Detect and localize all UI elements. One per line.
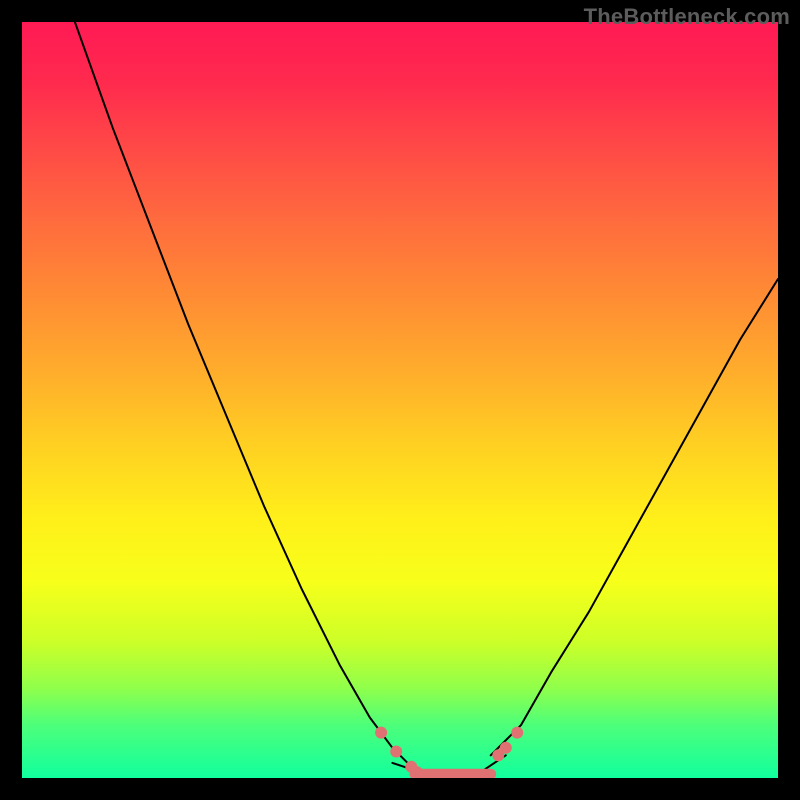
curve-layer	[75, 22, 778, 778]
watermark-text: TheBottleneck.com	[584, 4, 790, 30]
chart-frame: TheBottleneck.com	[0, 0, 800, 800]
plot-area	[22, 22, 778, 778]
right-marker-3	[511, 727, 523, 739]
right-marker-2	[500, 742, 512, 754]
left-marker-1	[375, 727, 387, 739]
series-right-curve	[491, 279, 778, 755]
left-marker-2	[390, 746, 402, 758]
left-marker-4	[411, 766, 423, 778]
chart-svg	[22, 22, 778, 778]
series-left-curve	[75, 22, 438, 778]
marker-layer	[375, 727, 523, 778]
